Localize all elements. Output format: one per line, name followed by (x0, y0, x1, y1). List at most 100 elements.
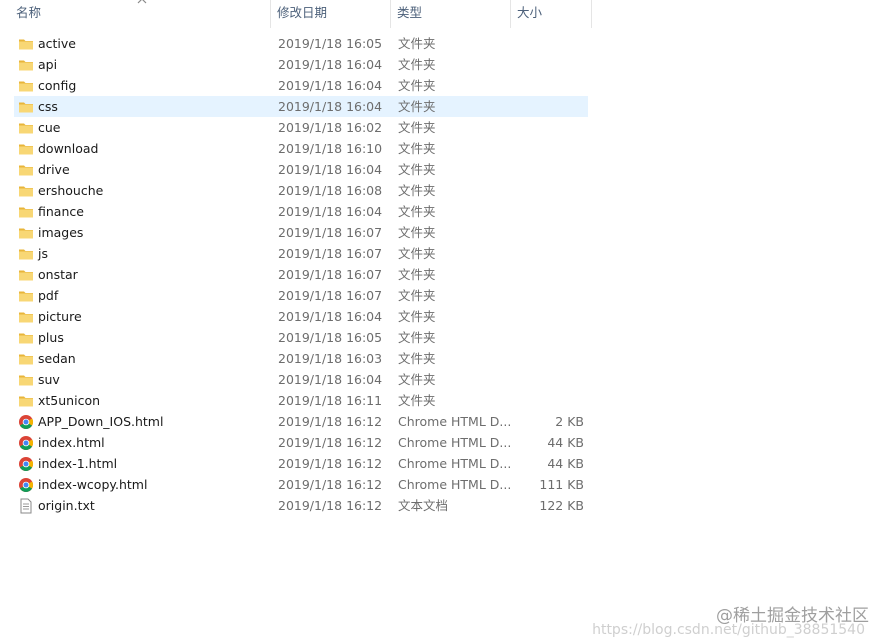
file-name: pdf (38, 288, 59, 303)
folder-icon (18, 78, 34, 94)
file-size: 111 KB (539, 477, 584, 492)
file-name: APP_Down_IOS.html (38, 414, 164, 429)
file-type: 文件夹 (398, 330, 436, 345)
file-row[interactable]: api 2019/1/18 16:04 文件夹 (14, 54, 588, 75)
folder-icon (18, 330, 34, 346)
file-row[interactable]: index-1.html 2019/1/18 16:12 Chrome HTML D… (14, 453, 588, 474)
file-name: index-1.html (38, 456, 118, 471)
file-type: 文件夹 (398, 183, 436, 198)
file-name: sedan (38, 351, 76, 366)
text-file-icon (18, 498, 34, 514)
file-modified-date: 2019/1/18 16:07 (278, 267, 383, 282)
file-modified-date: 2019/1/18 16:11 (278, 393, 383, 408)
file-name: suv (38, 372, 60, 387)
file-row[interactable]: index-wcopy.html 2019/1/18 16:12 Chrome HT… (14, 474, 588, 495)
watermark-text: @稀土掘金技术社区 (716, 606, 869, 626)
file-row[interactable]: plus 2019/1/18 16:05 文件夹 (14, 327, 588, 348)
file-name: onstar (38, 267, 78, 282)
folder-icon (18, 120, 34, 136)
file-name: origin.txt (38, 498, 95, 513)
file-modified-date: 2019/1/18 16:07 (278, 246, 383, 261)
file-type: 文件夹 (398, 36, 436, 51)
file-size: 122 KB (539, 498, 584, 513)
file-name: js (38, 246, 48, 261)
file-row[interactable]: xt5unicon 2019/1/18 16:11 文件夹 (14, 390, 588, 411)
file-type: 文件夹 (398, 57, 436, 72)
file-row[interactable]: active 2019/1/18 16:05 文件夹 (14, 33, 588, 54)
file-row[interactable]: onstar 2019/1/18 16:07 文件夹 (14, 264, 588, 285)
column-header-type[interactable]: 类型 (391, 0, 511, 28)
file-row[interactable]: picture 2019/1/18 16:04 文件夹 (14, 306, 588, 327)
file-modified-date: 2019/1/18 16:04 (278, 309, 383, 324)
file-modified-date: 2019/1/18 16:04 (278, 78, 383, 93)
folder-icon (18, 288, 34, 304)
file-type: 文件夹 (398, 120, 436, 135)
file-modified-date: 2019/1/18 16:02 (278, 120, 383, 135)
file-size: 2 KB (555, 414, 584, 429)
file-type: 文件夹 (398, 141, 436, 156)
file-name: cue (38, 120, 61, 135)
folder-icon (18, 57, 34, 73)
file-modified-date: 2019/1/18 16:12 (278, 435, 383, 450)
file-name: index.html (38, 435, 105, 450)
file-type: 文件夹 (398, 246, 436, 261)
file-type: 文件夹 (398, 372, 436, 387)
chrome-icon (18, 477, 34, 493)
file-row[interactable]: css 2019/1/18 16:04 文件夹 (14, 96, 588, 117)
file-modified-date: 2019/1/18 16:10 (278, 141, 383, 156)
file-row[interactable]: index.html 2019/1/18 16:12 Chrome HTML D..… (14, 432, 588, 453)
file-type: 文件夹 (398, 204, 436, 219)
file-modified-date: 2019/1/18 16:12 (278, 477, 383, 492)
file-type: Chrome HTML D... (398, 477, 512, 492)
file-type: 文件夹 (398, 309, 436, 324)
file-name: ershouche (38, 183, 104, 198)
column-header-size-label: 大小 (517, 5, 543, 20)
file-modified-date: 2019/1/18 16:08 (278, 183, 383, 198)
folder-icon (18, 351, 34, 367)
file-modified-date: 2019/1/18 16:04 (278, 99, 383, 114)
file-modified-date: 2019/1/18 16:05 (278, 330, 383, 345)
file-type: 文件夹 (398, 99, 436, 114)
file-row[interactable]: pdf 2019/1/18 16:07 文件夹 (14, 285, 588, 306)
file-type: 文件夹 (398, 393, 436, 408)
file-row[interactable]: APP_Down_IOS.html 2019/1/18 16:12 Chrome H… (14, 411, 588, 432)
file-modified-date: 2019/1/18 16:04 (278, 57, 383, 72)
file-name: xt5unicon (38, 393, 101, 408)
file-name: plus (38, 330, 64, 345)
file-row[interactable]: ershouche 2019/1/18 16:08 文件夹 (14, 180, 588, 201)
file-name: images (38, 225, 84, 240)
file-size: 44 KB (547, 456, 584, 471)
folder-icon (18, 204, 34, 220)
column-header-type-label: 类型 (397, 5, 423, 20)
folder-icon (18, 141, 34, 157)
file-row[interactable]: finance 2019/1/18 16:04 文件夹 (14, 201, 588, 222)
file-row[interactable]: sedan 2019/1/18 16:03 文件夹 (14, 348, 588, 369)
file-name: config (38, 78, 77, 93)
folder-icon (18, 393, 34, 409)
file-size: 44 KB (547, 435, 584, 450)
file-row[interactable]: images 2019/1/18 16:07 文件夹 (14, 222, 588, 243)
file-row[interactable]: download 2019/1/18 16:10 文件夹 (14, 138, 588, 159)
chrome-icon (18, 414, 34, 430)
column-header-size[interactable]: 大小 (511, 0, 592, 28)
file-row[interactable]: origin.txt 2019/1/18 16:12 文本文档 122 KB (14, 495, 588, 516)
file-row[interactable]: suv 2019/1/18 16:04 文件夹 (14, 369, 588, 390)
file-row[interactable]: js 2019/1/18 16:07 文件夹 (14, 243, 588, 264)
file-modified-date: 2019/1/18 16:07 (278, 225, 383, 240)
column-header-date[interactable]: 修改日期 (271, 0, 391, 28)
file-row[interactable]: cue 2019/1/18 16:02 文件夹 (14, 117, 588, 138)
file-modified-date: 2019/1/18 16:12 (278, 456, 383, 471)
file-name: api (38, 57, 58, 72)
sort-ascending-icon (137, 0, 147, 4)
file-modified-date: 2019/1/18 16:04 (278, 372, 383, 387)
file-type: 文本文档 (398, 498, 449, 513)
column-header: 名称 修改日期 类型 大小 (0, 0, 592, 28)
folder-icon (18, 183, 34, 199)
file-row[interactable]: config 2019/1/18 16:04 文件夹 (14, 75, 588, 96)
file-name: drive (38, 162, 70, 177)
file-row[interactable]: drive 2019/1/18 16:04 文件夹 (14, 159, 588, 180)
file-type: 文件夹 (398, 225, 436, 240)
file-type: 文件夹 (398, 288, 436, 303)
folder-icon (18, 267, 34, 283)
folder-icon (18, 36, 34, 52)
